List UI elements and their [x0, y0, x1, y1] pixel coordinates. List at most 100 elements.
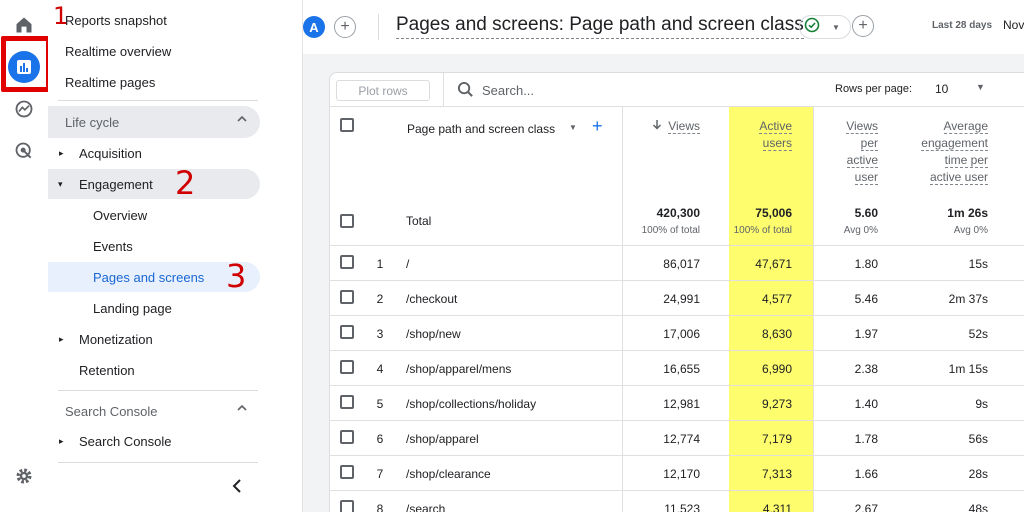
home-icon[interactable]	[12, 13, 36, 37]
row-avg-engagement-time: 48s	[968, 502, 988, 512]
row-views: 12,774	[663, 432, 700, 446]
sidebar: Reports snapshot Realtime overview Realt…	[48, 0, 303, 512]
row-checkbox[interactable]	[340, 255, 354, 269]
total-active-users: 75,006	[755, 206, 792, 220]
row-index: 7	[376, 467, 384, 481]
sidebar-item-monetization[interactable]: ▸ Monetization	[48, 324, 260, 354]
row-page-path[interactable]: /checkout	[406, 292, 606, 306]
table-row[interactable]: 2/checkout 24,991 4,577 5.46 2m 37s	[330, 280, 1024, 315]
caret-down-icon: ▼	[832, 22, 840, 32]
table-row[interactable]: 3/shop/new 17,006 8,630 1.97 52s	[330, 315, 1024, 350]
date-range-label[interactable]: Last 28 days	[932, 20, 992, 31]
table-row[interactable]: 1 / 86,017 47,671 1.80 15s	[330, 245, 1024, 280]
explore-icon[interactable]	[12, 97, 36, 121]
section-search-console[interactable]: Search Console	[48, 395, 260, 427]
column-header-label: Views	[668, 119, 700, 134]
row-page-path[interactable]: /shop/collections/holiday	[406, 397, 606, 411]
sidebar-item-realtime-overview[interactable]: Realtime overview	[48, 36, 260, 66]
row-active-users: 7,313	[761, 467, 792, 481]
row-index: 1	[376, 257, 384, 271]
column-header-label: user	[854, 170, 878, 185]
row-active-users: 9,273	[761, 397, 792, 411]
sidebar-item-label: Engagement	[79, 176, 153, 192]
row-checkbox[interactable]	[340, 360, 354, 374]
row-checkbox[interactable]	[340, 465, 354, 479]
collapse-sidebar-icon[interactable]	[230, 478, 244, 499]
sidebar-item-label: Monetization	[79, 331, 153, 347]
advertising-icon[interactable]	[12, 139, 36, 163]
add-comparison-button[interactable]: +	[334, 16, 356, 38]
report-table-card: Plot rows Rows per page: 10 ▼ Page path …	[329, 72, 1024, 512]
row-active-users: 4,577	[761, 292, 792, 306]
annotation-box	[1, 36, 51, 92]
column-header-label: per	[860, 136, 878, 151]
page-title: Pages and screens: Page path and screen …	[396, 14, 804, 39]
dimension-header[interactable]: Page path and screen class	[407, 122, 555, 136]
table-row[interactable]: 8/search 11,523 4,311 2.67 48s	[330, 490, 1024, 512]
total-avg-engagement-time-sub: Avg 0%	[953, 225, 988, 236]
sidebar-item-engagement[interactable]: ▾ Engagement	[48, 169, 260, 199]
sidebar-item-search-console[interactable]: ▸ Search Console	[48, 426, 260, 456]
avatar[interactable]: A	[303, 16, 325, 38]
column-header-views-per-active-user[interactable]: Views per active user	[818, 118, 878, 186]
report-status-chip[interactable]: ▼	[799, 15, 851, 39]
total-label: Total	[406, 214, 432, 228]
caret-down-icon[interactable]: ▼	[569, 123, 577, 132]
row-views: 24,991	[663, 292, 700, 306]
add-filter-button[interactable]: +	[852, 15, 874, 37]
sidebar-item-landing-page[interactable]: Landing page	[48, 293, 260, 323]
row-page-path[interactable]: /shop/new	[406, 327, 606, 341]
sidebar-item-realtime-pages[interactable]: Realtime pages	[48, 67, 260, 97]
column-header-label: active	[846, 153, 878, 168]
date-range-value[interactable]: Nov	[1003, 18, 1024, 32]
caret-down-icon[interactable]: ▼	[976, 82, 985, 92]
settings-icon[interactable]	[12, 464, 36, 488]
column-header-active-users[interactable]: Active users	[730, 118, 792, 152]
row-checkbox[interactable]	[340, 430, 354, 444]
row-checkbox[interactable]	[340, 290, 354, 304]
row-views-per-user: 1.80	[854, 257, 878, 271]
total-row-checkbox[interactable]	[340, 214, 354, 228]
sidebar-item-reports-snapshot[interactable]: Reports snapshot	[48, 5, 260, 35]
add-dimension-button[interactable]: +	[592, 116, 603, 137]
row-page-path[interactable]: /shop/apparel/mens	[406, 362, 606, 376]
sidebar-item-label: Realtime pages	[65, 74, 156, 90]
rows-per-page-select[interactable]: 10	[935, 82, 948, 96]
row-page-path[interactable]: /shop/clearance	[406, 467, 606, 481]
sidebar-item-overview[interactable]: Overview	[48, 200, 260, 230]
table-row[interactable]: 7/shop/clearance 12,170 7,313 1.66 28s	[330, 455, 1024, 490]
row-index: 4	[376, 362, 384, 376]
row-page-path[interactable]: /search	[406, 502, 606, 512]
table-row[interactable]: 5/shop/collections/holiday 12,981 9,273 1.4…	[330, 385, 1024, 420]
row-views-per-user: 2.38	[854, 362, 878, 376]
row-checkbox[interactable]	[340, 325, 354, 339]
sidebar-item-label: Overview	[93, 207, 148, 223]
table-row[interactable]: 6/shop/apparel 12,774 7,179 1.78 56s	[330, 420, 1024, 455]
row-index: 2	[376, 292, 384, 306]
row-views: 17,006	[663, 327, 700, 341]
row-avg-engagement-time: 56s	[968, 432, 988, 446]
sidebar-item-label: Realtime overview	[65, 43, 172, 59]
search-icon	[457, 81, 474, 103]
table-row[interactable]: 4/shop/apparel/mens 16,655 6,990 2.38 1m 15s	[330, 350, 1024, 385]
plot-rows-button[interactable]: Plot rows	[336, 80, 430, 101]
row-checkbox[interactable]	[340, 500, 354, 512]
sidebar-item-acquisition[interactable]: ▸ Acquisition	[48, 138, 260, 168]
search-input[interactable]	[482, 81, 682, 99]
select-all-checkbox[interactable]	[340, 118, 354, 132]
row-avg-engagement-time: 15s	[968, 257, 988, 271]
row-views-per-user: 1.66	[854, 467, 878, 481]
column-header-avg-engagement-time[interactable]: Average engagement time per active user	[898, 118, 988, 186]
row-page-path[interactable]: /	[406, 257, 606, 271]
column-header-label: Average	[943, 119, 988, 134]
column-header-views[interactable]: Views	[630, 118, 700, 135]
total-views-per-user: 5.60	[854, 206, 878, 220]
row-checkbox[interactable]	[340, 395, 354, 409]
row-page-path[interactable]: /shop/apparel	[406, 432, 606, 446]
divider	[58, 100, 258, 101]
section-lifecycle[interactable]: Life cycle	[48, 106, 260, 138]
sidebar-item-label: Reports snapshot	[65, 12, 167, 28]
row-avg-engagement-time: 9s	[975, 397, 988, 411]
sidebar-item-retention[interactable]: Retention	[48, 355, 260, 385]
row-views: 12,170	[663, 467, 700, 481]
